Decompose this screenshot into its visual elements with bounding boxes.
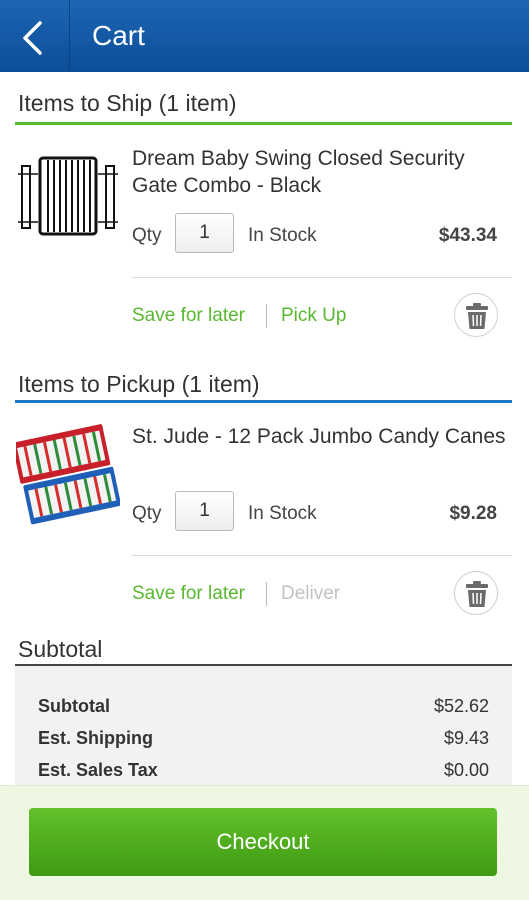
remove-item-button[interactable] <box>454 293 498 337</box>
pick-up-link[interactable]: Pick Up <box>281 305 346 327</box>
save-for-later-link[interactable]: Save for later <box>132 583 245 605</box>
product-image-gate[interactable] <box>16 144 120 248</box>
page-title: Cart <box>92 20 145 51</box>
qty-label: Qty <box>132 503 162 524</box>
item-divider <box>132 555 512 556</box>
qty-label: Qty <box>132 225 162 246</box>
summary-value-tax: $0.00 <box>443 760 489 780</box>
back-button[interactable] <box>0 0 70 72</box>
back-arrow-icon <box>23 21 42 55</box>
product-name[interactable]: Dream Baby Swing Closed Security Gate Co… <box>132 145 507 199</box>
app-header: Cart <box>0 0 529 72</box>
pickup-section-title: Items to Pickup (1 item) <box>18 371 260 397</box>
summary-label-tax: Est. Sales Tax <box>38 760 158 780</box>
remove-item-button[interactable] <box>454 571 498 615</box>
stock-status: In Stock <box>248 225 317 246</box>
product-image-candy-canes[interactable] <box>12 424 121 528</box>
item-price: $9.28 <box>449 503 497 524</box>
quantity-input[interactable]: 1 <box>175 213 234 253</box>
summary-label-shipping: Est. Shipping <box>38 728 153 748</box>
stock-status: In Stock <box>248 503 317 524</box>
summary-value-shipping: $9.43 <box>443 728 489 748</box>
item-price: $43.34 <box>438 225 497 246</box>
checkout-button[interactable]: Checkout <box>29 808 497 876</box>
save-for-later-link[interactable]: Save for later <box>132 305 245 327</box>
deliver-link[interactable]: Deliver <box>281 583 340 605</box>
ship-section-rule <box>15 122 512 125</box>
summary-label-subtotal: Subtotal <box>38 696 110 716</box>
trash-icon <box>466 303 488 329</box>
subtotal-heading: Subtotal <box>18 636 103 662</box>
action-separator <box>266 582 267 606</box>
summary-value-subtotal: $52.62 <box>433 696 489 716</box>
ship-section-title: Items to Ship (1 item) <box>18 90 237 116</box>
product-name[interactable]: St. Jude - 12 Pack Jumbo Candy Canes <box>132 423 507 450</box>
item-divider <box>132 277 512 278</box>
action-separator <box>266 304 267 328</box>
pickup-section-rule <box>15 400 512 403</box>
trash-icon <box>466 581 488 607</box>
quantity-input[interactable]: 1 <box>175 491 234 531</box>
